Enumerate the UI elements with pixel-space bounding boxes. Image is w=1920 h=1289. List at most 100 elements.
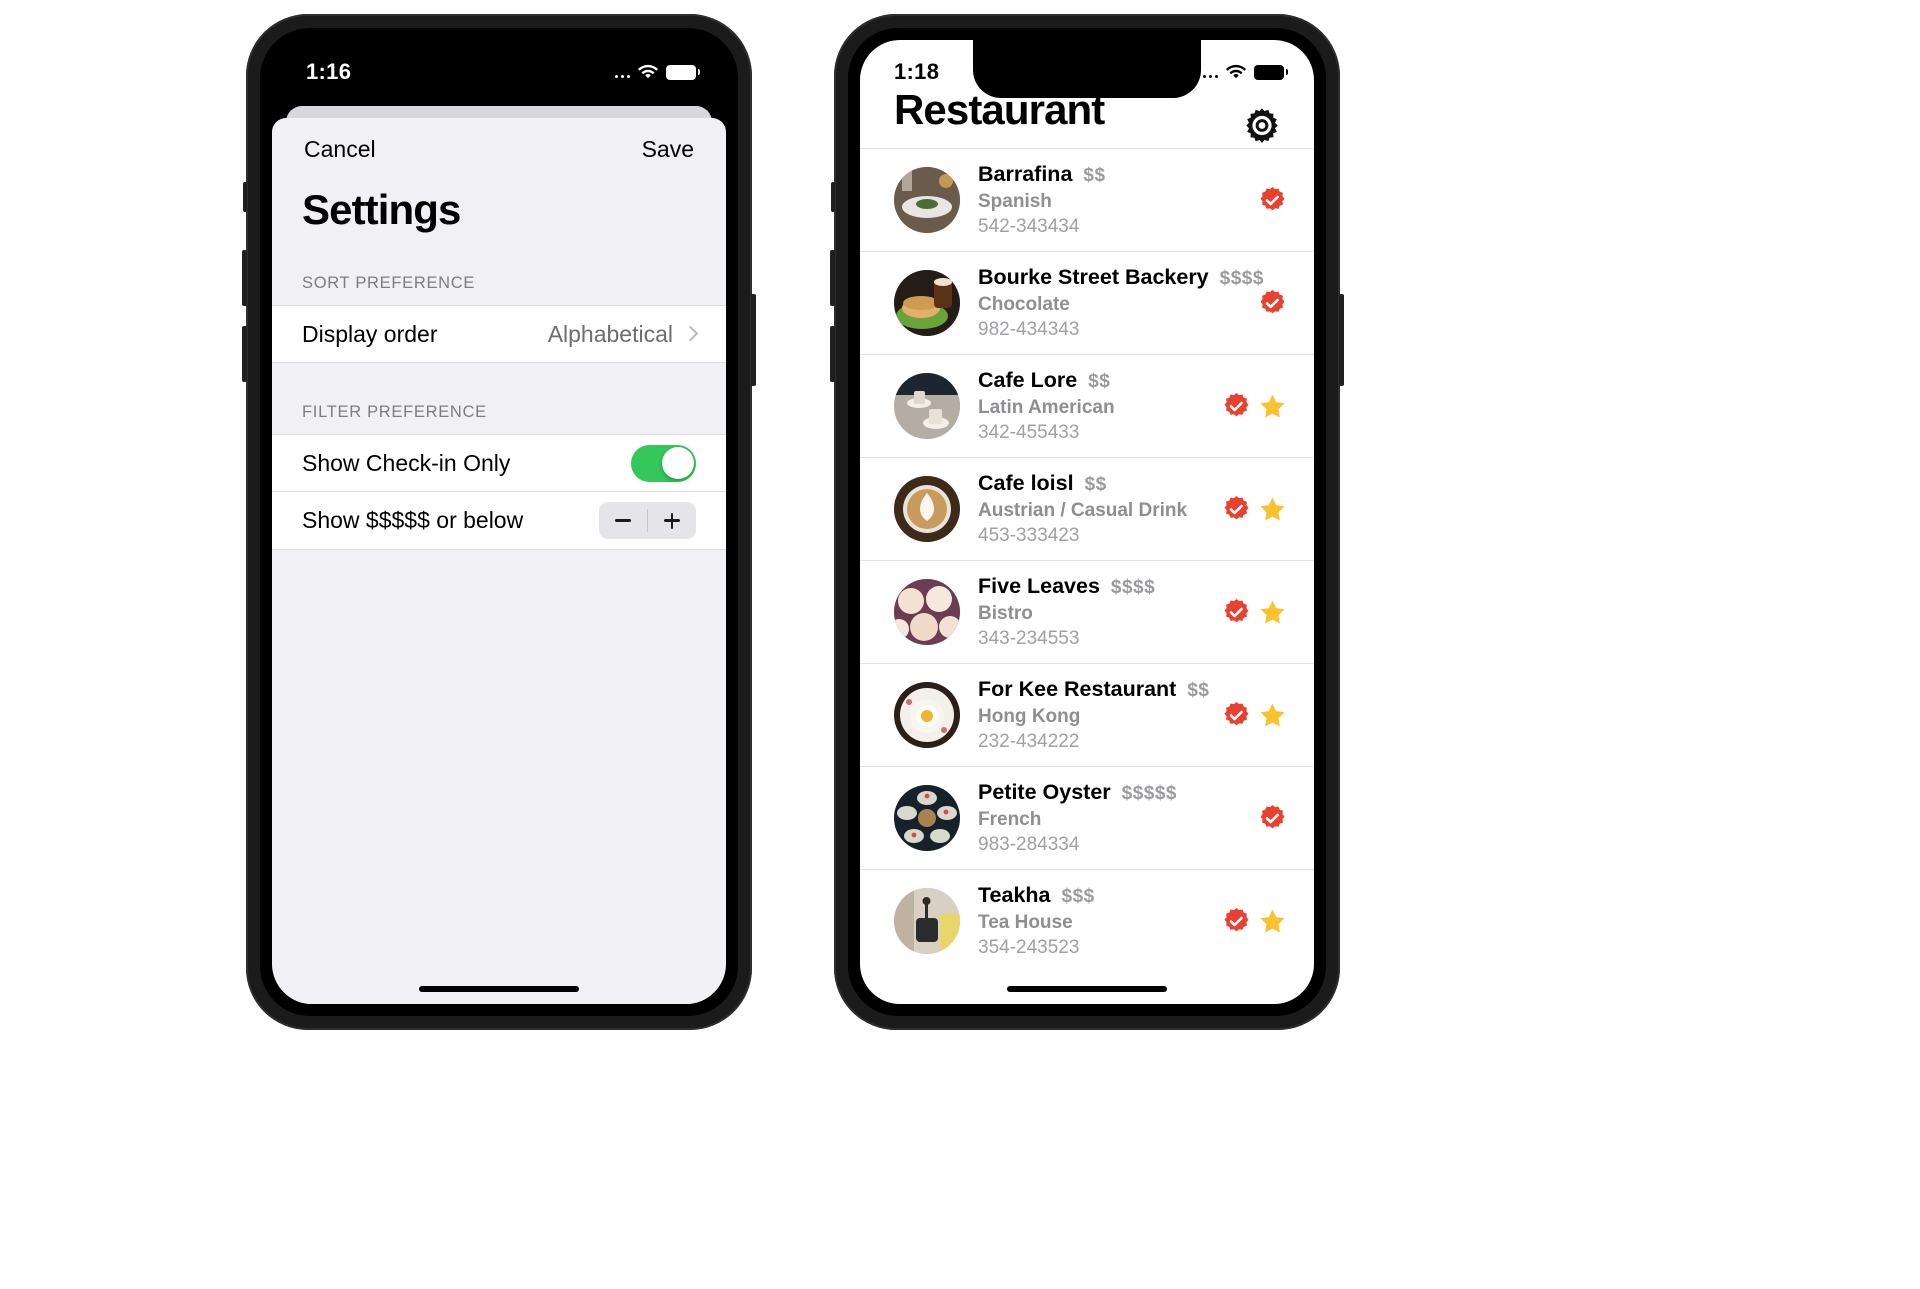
check-seal-icon [1224,701,1249,725]
restaurant-thumbnail [894,476,960,542]
wifi-icon [638,64,658,79]
cancel-button[interactable]: Cancel [302,132,378,167]
power-button[interactable] [1339,294,1344,386]
restaurant-type: Latin American [978,397,1115,418]
row-display-order[interactable]: Display order Alphabetical [272,305,726,363]
restaurant-price: $$$$$ [1121,783,1177,804]
restaurant-info: For Kee Restaurant $$ Hong Kong 232-4342… [960,677,1215,753]
restaurant-badges [1251,186,1286,214]
restaurant-info: Bourke Street Backery $$$$ Chocolate 982… [960,265,1263,341]
restaurant-info: Teakha $$$ Tea House 354-243523 [960,883,1215,959]
display-order-value: Alphabetical [547,320,673,347]
table-row[interactable]: Cafe Lore $$ Latin American 342-455433 [860,354,1314,457]
display-order-label: Display order [302,320,438,347]
notch-right [973,40,1201,98]
star-icon [1260,497,1285,520]
table-row[interactable]: Teakha $$$ Tea House 354-243523 [860,869,1314,972]
restaurant-name-line: Teakha $$$ [978,883,1215,908]
screen-left: Cancel Save Settings SORT PREFERENCE Dis… [272,40,726,1004]
restaurant-name: Teakha [978,883,1051,907]
restaurant-name: Barrafina [978,162,1073,186]
restaurant-phone: 983-284334 [978,834,1080,855]
restaurant-info: Barrafina $$ Spanish 542-343434 [960,162,1251,238]
star-icon [1260,909,1285,932]
restaurant-phone: 343-234553 [978,628,1080,649]
restaurant-name-line: Five Leaves $$$$ [978,574,1215,599]
restaurant-type: Hong Kong [978,706,1081,727]
table-row[interactable]: For Kee Restaurant $$ Hong Kong 232-4342… [860,663,1314,766]
table-row[interactable]: Five Leaves $$$$ Bistro 343-234553 [860,560,1314,663]
restaurant-name-line: Barrafina $$ [978,162,1251,187]
price-filter-label: Show $$$$$ or below [302,507,524,533]
restaurant-thumbnail [894,167,960,233]
restaurant-price: $$ [1088,371,1111,392]
check-seal-icon [1224,907,1249,931]
restaurant-price: $$ [1084,474,1107,495]
sheet-navbar: Cancel Save [272,118,726,180]
restaurant-name-line: Cafe Lore $$ [978,368,1215,393]
check-seal-icon [1224,495,1249,519]
minus-icon [615,519,631,522]
restaurant-price: $$ [1083,165,1106,186]
screen-right: Restaurant Barrafina $$ Spanish 542-3434… [860,40,1314,1004]
restaurant-thumbnail [894,682,960,748]
restaurant-name: Cafe Lore [978,368,1078,392]
restaurant-info: Five Leaves $$$$ Bistro 343-234553 [960,574,1215,650]
section-header-sort: SORT PREFERENCE [302,274,476,292]
chevron-right-icon [682,325,699,342]
row-price-filter[interactable]: Show $$$$$ or below [272,492,726,550]
table-row[interactable]: Barrafina $$ Spanish 542-343434 [860,148,1314,251]
notch-left [385,40,613,98]
table-row[interactable]: Petite Oyster $$$$$ French 983-284334 [860,766,1314,869]
check-seal-icon [1224,598,1249,622]
table-row[interactable]: Cafe loisl $$ Austrian / Casual Drink 45… [860,457,1314,560]
volume-up-button[interactable] [830,250,835,306]
home-indicator-right[interactable] [1007,986,1167,992]
restaurant-price: $$ [1187,680,1210,701]
home-indicator-left[interactable] [419,986,579,992]
restaurant-name: Cafe loisl [978,471,1074,495]
settings-sheet: Cancel Save Settings SORT PREFERENCE Dis… [272,118,726,1004]
restaurant-phone: 453-333423 [978,525,1080,546]
restaurant-badges [1215,495,1286,523]
restaurant-type: Tea House [978,912,1073,933]
restaurant-info: Cafe loisl $$ Austrian / Casual Drink 45… [960,471,1215,547]
status-indicators [608,64,700,80]
restaurant-type: Austrian / Casual Drink [978,500,1188,521]
mute-switch[interactable] [243,182,247,212]
section-header-filter: FILTER PREFERENCE [302,403,487,421]
price-stepper[interactable] [599,502,696,539]
restaurant-name: Petite Oyster [978,780,1111,804]
check-seal-icon [1260,804,1285,828]
power-button[interactable] [751,294,756,386]
row-show-checkin-only[interactable]: Show Check-in Only [272,434,726,492]
star-icon [1260,703,1285,726]
volume-up-button[interactable] [242,250,247,306]
restaurant-badges [1215,907,1286,935]
save-button[interactable]: Save [640,132,696,167]
restaurant-badges [1215,392,1286,420]
volume-down-button[interactable] [242,326,247,382]
stepper-increment-button[interactable] [648,502,696,539]
page-title: Settings [302,186,461,233]
restaurant-phone: 232-434222 [978,731,1080,752]
restaurant-badges [1215,701,1286,729]
phone-left: Cancel Save Settings SORT PREFERENCE Dis… [242,14,756,1030]
table-row[interactable]: Bourke Street Backery $$$$ Chocolate 982… [860,251,1314,354]
check-seal-icon [1260,289,1285,313]
restaurant-phone: 542-343434 [978,216,1080,237]
stepper-decrement-button[interactable] [599,502,647,539]
restaurant-price: $$$$ [1110,577,1156,598]
restaurant-badges [1251,804,1286,832]
volume-down-button[interactable] [830,326,835,382]
show-checkin-only-toggle[interactable] [631,444,696,482]
restaurant-price: $$$$ [1219,268,1264,289]
restaurant-list: Barrafina $$ Spanish 542-343434 Bourke S… [860,148,1314,1004]
restaurant-phone: 982-434343 [978,319,1080,340]
restaurant-type: Spanish [978,191,1052,212]
mute-switch[interactable] [831,182,835,212]
gear-icon[interactable] [1240,106,1284,150]
show-checkin-only-label: Show Check-in Only [302,449,511,476]
toggle-knob [661,447,694,479]
restaurant-name-line: Petite Oyster $$$$$ [978,780,1251,805]
